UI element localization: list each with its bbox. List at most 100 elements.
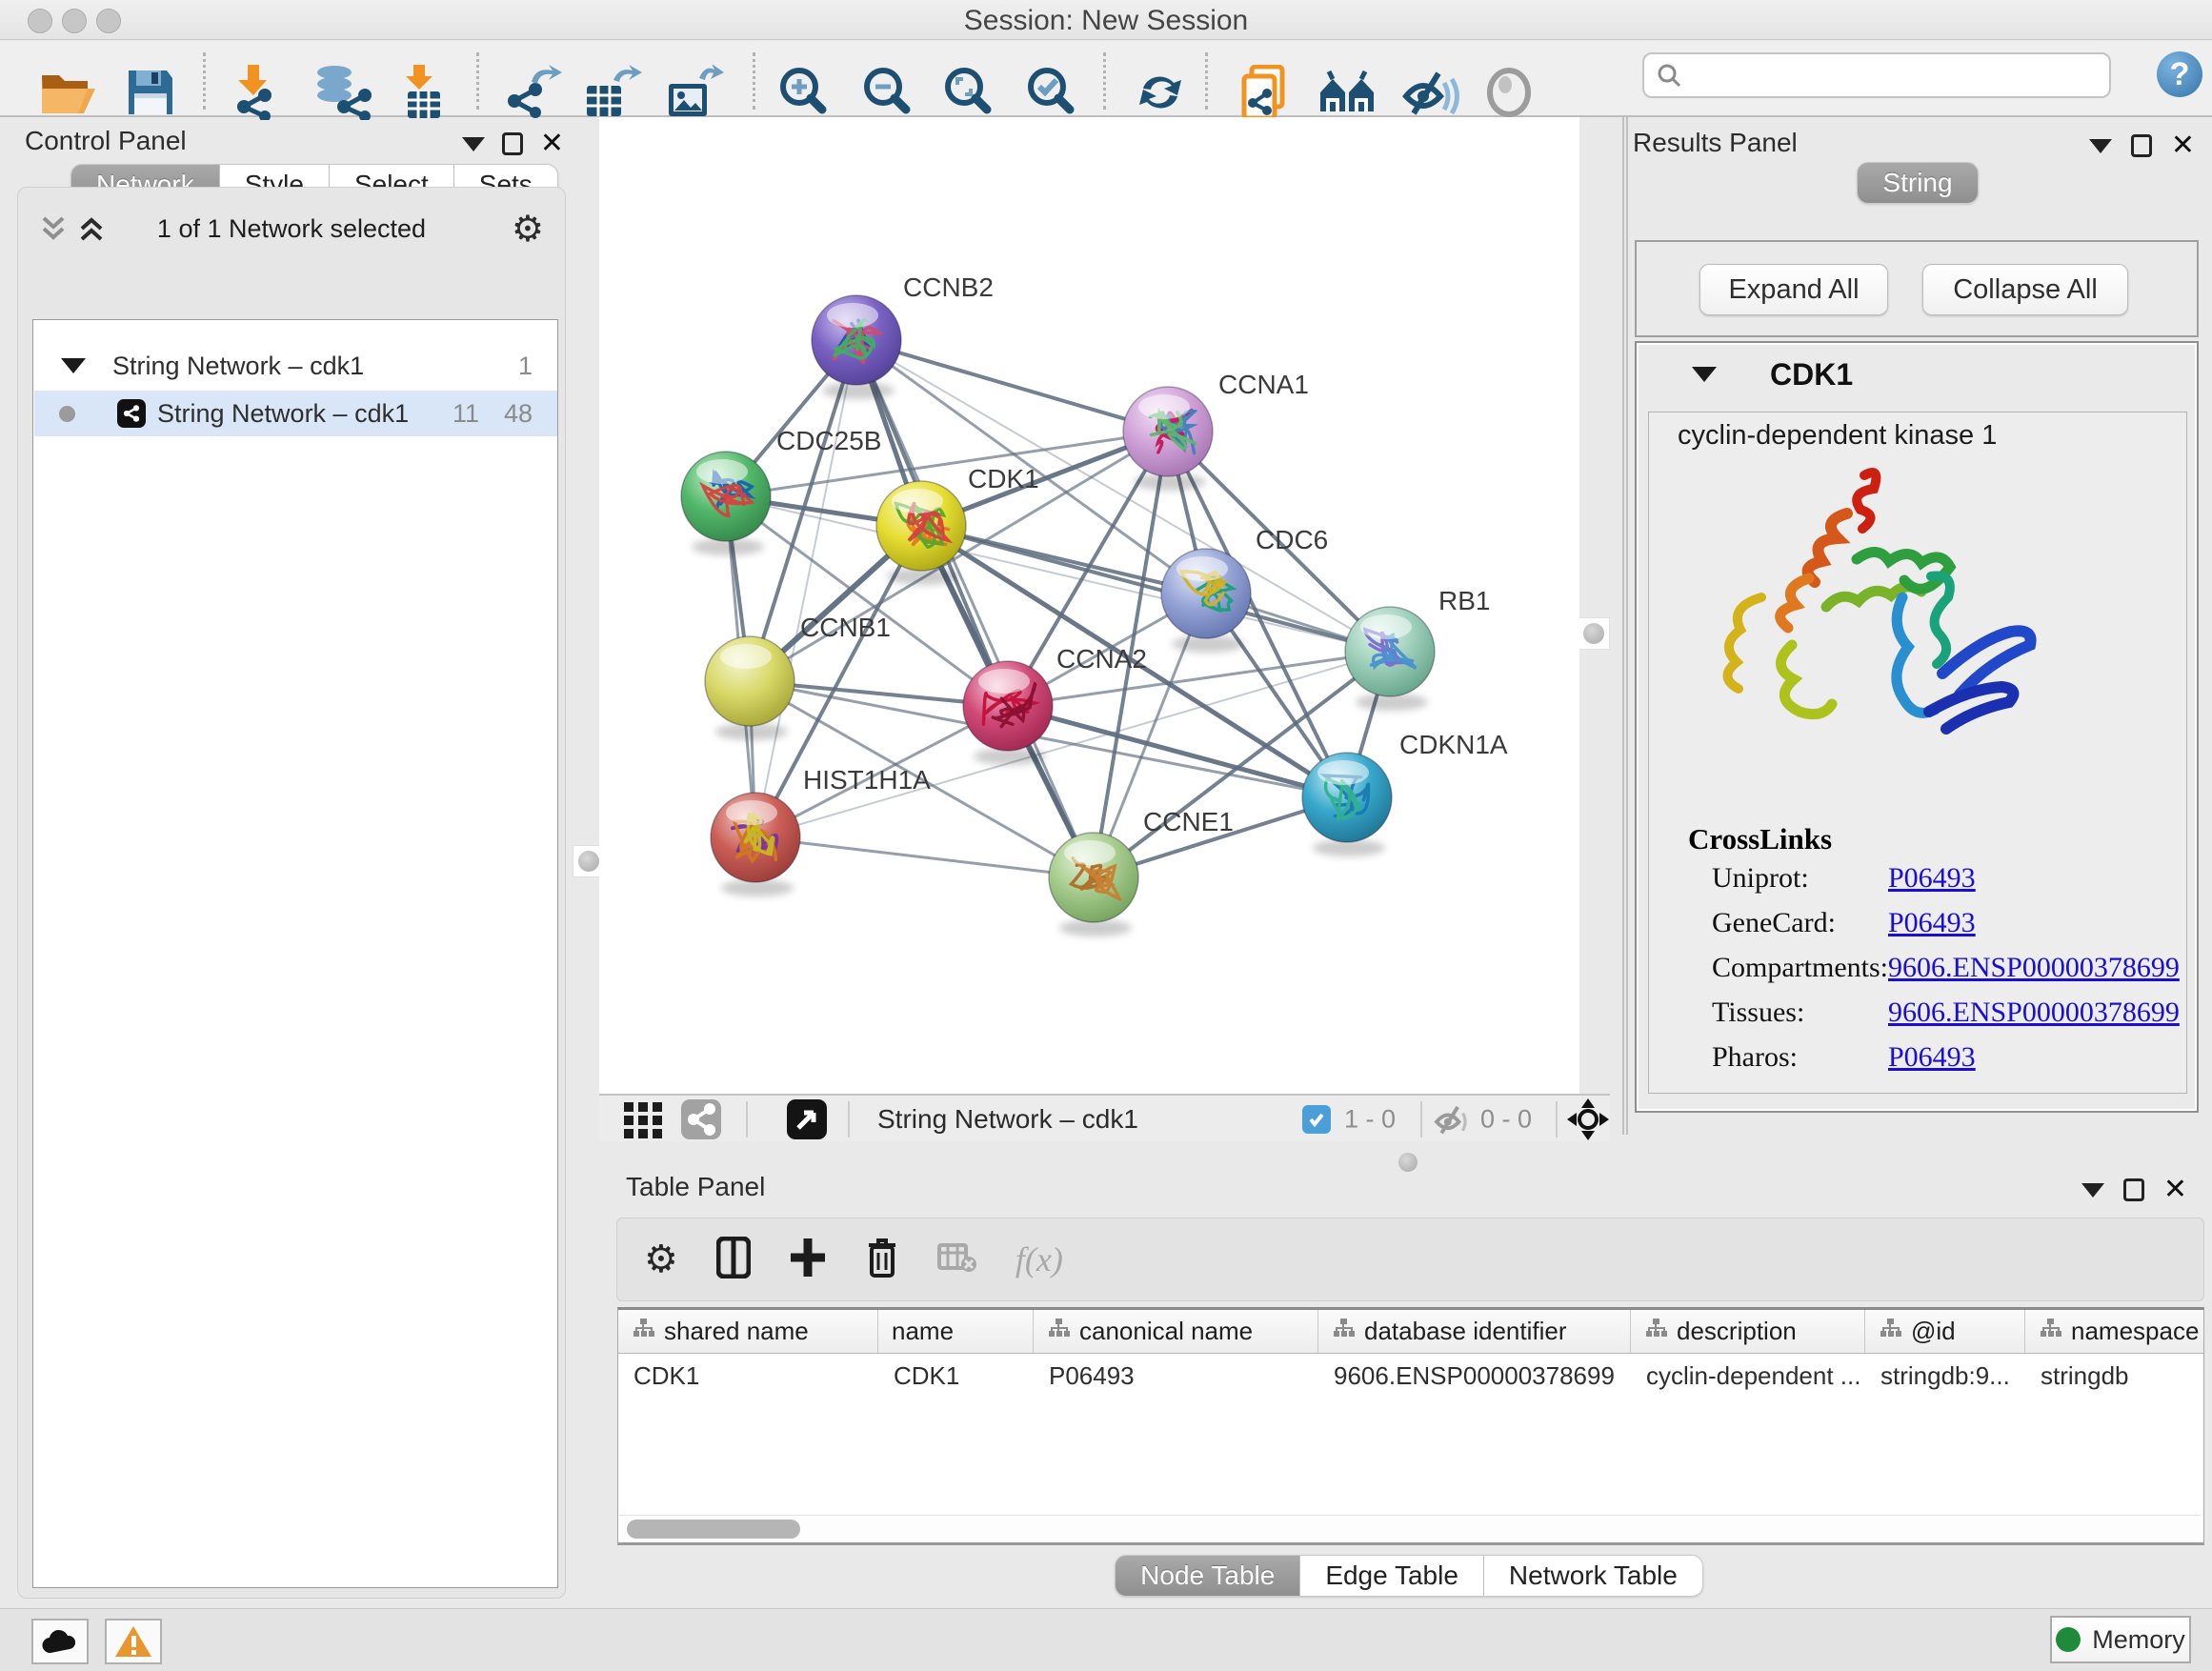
first-neighbors-icon[interactable]: [1317, 68, 1377, 117]
show-all-icon[interactable]: [1484, 68, 1534, 117]
memory-button[interactable]: Memory: [2050, 1616, 2191, 1663]
export-network-icon[interactable]: [503, 65, 562, 120]
table-cell[interactable]: P06493: [1034, 1354, 1318, 1398]
title-bar: Session: New Session: [0, 0, 2212, 40]
horizontal-scrollbar[interactable]: [619, 1515, 2201, 1541]
zoom-out-icon[interactable]: [860, 66, 914, 119]
crosslink-value-link[interactable]: P06493: [1888, 907, 1976, 938]
network-canvas[interactable]: CCNB2CCNA1CDC25BCDK1CDC6RB1CCNB1CCNA2CDK…: [599, 117, 1579, 1094]
export-table-icon[interactable]: [583, 65, 642, 120]
gene-details: cyclin-dependent kinase 1 CrossLinks: [1648, 412, 2187, 1094]
node-CDK1[interactable]: CDK1: [876, 464, 1039, 571]
tab-edge-table[interactable]: Edge Table: [1300, 1555, 1484, 1597]
column-label: canonical name: [1079, 1317, 1253, 1346]
panel-float-icon[interactable]: [2131, 134, 2152, 157]
network-view-icon[interactable]: [681, 1099, 721, 1139]
gene-expander-icon[interactable]: [1692, 367, 1717, 382]
export-image-icon[interactable]: [665, 65, 724, 120]
column-header-shared-name[interactable]: shared name: [618, 1310, 878, 1353]
hide-selected-icon[interactable]: [1402, 68, 1459, 117]
table-cell[interactable]: CDK1: [618, 1354, 878, 1398]
import-network-from-file-icon[interactable]: [229, 65, 288, 120]
table-cell[interactable]: stringdb: [2025, 1354, 2204, 1398]
table-options-gear-icon[interactable]: ⚙: [644, 1238, 678, 1281]
warnings-button[interactable]: [105, 1619, 162, 1664]
network-graph[interactable]: CCNB2CCNA1CDC25BCDK1CDC6RB1CCNB1CCNA2CDK…: [599, 117, 1579, 1094]
node-table[interactable]: shared namename canonical name database id…: [617, 1307, 2204, 1545]
node-CCNA1[interactable]: CCNA1: [1123, 370, 1309, 476]
search-icon: [1656, 62, 1682, 89]
node-CDC25B[interactable]: CDC25B: [681, 426, 881, 541]
panel-close-icon[interactable]: ✕: [2163, 1176, 2187, 1204]
tab-string[interactable]: String: [1857, 162, 1978, 204]
collection-expander-icon[interactable]: [61, 358, 86, 373]
open-session-icon[interactable]: [40, 68, 99, 117]
node-RB1[interactable]: RB1: [1345, 586, 1490, 696]
network-row-selected[interactable]: String Network – cdk1 11 48: [34, 391, 557, 436]
window-title: Session: New Session: [0, 5, 2212, 37]
column-label: namespace: [2071, 1317, 2199, 1346]
right-splitter-handle[interactable]: [1578, 617, 1610, 650]
panel-close-icon[interactable]: ✕: [540, 130, 564, 158]
column-type-icon: [1332, 1317, 1355, 1346]
panel-float-icon[interactable]: [2123, 1178, 2144, 1201]
results-panel-divider[interactable]: [1622, 117, 1628, 1135]
table-row[interactable]: CDK1CDK1P064939606.ENSP00000378699cyclin…: [618, 1354, 2203, 1398]
column-header-name[interactable]: name: [878, 1310, 1034, 1353]
column-header-database-identifier[interactable]: database identifier: [1318, 1310, 1631, 1353]
panel-collapse-icon[interactable]: [2089, 139, 2112, 153]
node-CDKN1A[interactable]: CDKN1A: [1302, 730, 1508, 842]
tab-network-table[interactable]: Network Table: [1484, 1555, 1703, 1597]
column-header-canonical-name[interactable]: canonical name: [1034, 1310, 1318, 1353]
search-input[interactable]: [1682, 61, 2109, 91]
tab-node-table[interactable]: Node Table: [1115, 1555, 1300, 1597]
column-header-description[interactable]: description: [1631, 1310, 1865, 1353]
crosslink-value-link[interactable]: 9606.ENSP00000378699: [1888, 997, 2180, 1028]
scrollbar-thumb[interactable]: [627, 1520, 800, 1539]
node-CDC6[interactable]: CDC6: [1161, 525, 1328, 638]
add-column-icon[interactable]: [789, 1237, 827, 1283]
panel-collapse-icon[interactable]: [462, 137, 485, 151]
panel-close-icon[interactable]: ✕: [2171, 131, 2195, 160]
network-collection-row[interactable]: String Network – cdk1 1: [34, 343, 557, 389]
table-cell[interactable]: 9606.ENSP00000378699: [1318, 1354, 1631, 1398]
current-network-name: String Network – cdk1: [877, 1104, 1138, 1135]
detach-view-icon[interactable]: [787, 1099, 827, 1139]
save-session-icon[interactable]: [125, 67, 176, 118]
crosslink-value-link[interactable]: P06493: [1888, 862, 1976, 894]
gene-section-header[interactable]: CDK1: [1637, 343, 2197, 406]
expand-all-button[interactable]: Expand All: [1699, 264, 1888, 315]
panel-float-icon[interactable]: [502, 132, 523, 155]
zoom-in-icon[interactable]: [776, 66, 830, 119]
column-header--id[interactable]: @id: [1865, 1310, 2025, 1353]
selected-nodes-checkbox[interactable]: [1302, 1105, 1331, 1134]
node-HIST1H1A[interactable]: HIST1H1A: [711, 765, 931, 882]
zoom-fit-content-icon[interactable]: [941, 66, 995, 119]
collapse-all-button[interactable]: Collapse All: [1922, 264, 2128, 315]
network-options-gear-icon[interactable]: ⚙: [512, 208, 544, 251]
help-icon[interactable]: ?: [2157, 51, 2202, 97]
view-toolbar-separator: [746, 1101, 748, 1137]
search-field[interactable]: [1642, 52, 2111, 98]
table-cell[interactable]: stringdb:9...: [1865, 1354, 2025, 1398]
memory-label: Memory: [2092, 1625, 2185, 1655]
node-CCNE1[interactable]: CCNE1: [1049, 807, 1234, 922]
new-network-from-selection-icon[interactable]: [1238, 65, 1294, 120]
crosslink-value-link[interactable]: P06493: [1888, 1041, 1976, 1073]
crosslink-label: Uniprot:: [1712, 862, 1888, 895]
cloud-status-button[interactable]: [31, 1619, 89, 1664]
table-cell[interactable]: cyclin-dependent ...: [1631, 1354, 1865, 1398]
table-panel: Table Panel ✕ ⚙ f(x) shared namenamecano…: [606, 1141, 2212, 1608]
crosslink-value-link[interactable]: 9606.ENSP00000378699: [1888, 952, 2180, 983]
panel-collapse-icon[interactable]: [2081, 1183, 2104, 1198]
grid-view-icon[interactable]: [622, 1098, 664, 1140]
apply-preferred-layout-icon[interactable]: [1134, 68, 1187, 117]
birds-eye-view-icon[interactable]: [1567, 1098, 1609, 1140]
show-columns-icon[interactable]: [716, 1237, 751, 1283]
import-table-from-file-icon[interactable]: [400, 65, 448, 120]
column-header-namespace[interactable]: namespace: [2025, 1310, 2204, 1353]
table-cell[interactable]: CDK1: [878, 1354, 1034, 1398]
zoom-selected-region-icon[interactable]: [1024, 66, 1077, 119]
delete-column-trash-icon[interactable]: [865, 1236, 899, 1284]
import-network-from-database-icon[interactable]: [310, 65, 376, 120]
